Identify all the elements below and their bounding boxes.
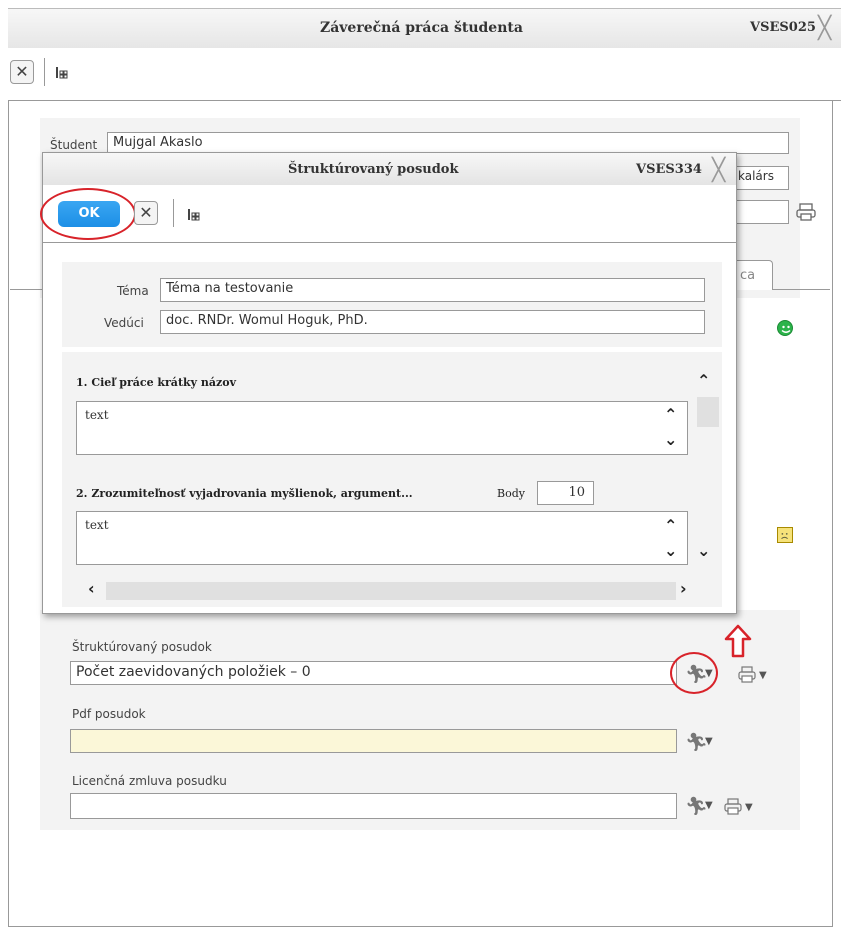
sad-status-icon	[777, 527, 793, 543]
printer-icon[interactable]	[737, 665, 757, 685]
sections-panel	[62, 352, 722, 607]
chevron-up-icon[interactable]: ⌃	[664, 405, 677, 424]
ok-highlight-ellipse	[40, 188, 136, 240]
scroll-up-icon[interactable]: ⌃	[697, 371, 710, 390]
horizontal-scroll-thumb[interactable]	[106, 582, 676, 600]
main-cancel-button[interactable]: ✕	[10, 60, 34, 84]
main-window-title: Záverečná práca študenta	[320, 20, 523, 36]
license-label: Licenčná zmluva posudku	[72, 774, 227, 788]
student-label: Študent	[50, 138, 98, 152]
chevron-down-icon[interactable]: ▼	[759, 670, 767, 681]
grid-icon[interactable]	[54, 64, 70, 80]
section-2-textarea[interactable]: text	[76, 511, 688, 565]
dialog-toolbar-line	[43, 242, 736, 243]
tema-field[interactable]: Téma na testovanie	[160, 278, 705, 302]
dialog-cancel-button[interactable]: ✕	[134, 201, 158, 225]
section-2-heading: 2. Zrozumiteľnosť vyjadrovania myšlienok…	[76, 487, 413, 500]
struct-review-field[interactable]: Počet zaevidovaných položiek – 0	[70, 661, 677, 685]
toolbar-bottom-line	[8, 100, 841, 101]
dialog-close-icon[interactable]: ╳	[712, 160, 725, 182]
pdf-review-field[interactable]	[70, 729, 677, 753]
veduci-field[interactable]: doc. RNDr. Womul Hoguk, PhD.	[160, 310, 705, 334]
struct-review-label: Štruktúrovaný posudok	[72, 640, 212, 654]
pdf-review-label: Pdf posudok	[72, 707, 146, 721]
toolbar-divider	[44, 58, 45, 86]
chevron-down-icon[interactable]: ▼	[745, 802, 753, 813]
vertical-scroll-thumb[interactable]	[697, 397, 719, 427]
chevron-down-icon[interactable]: ⌄	[664, 541, 677, 560]
tema-label: Téma	[117, 284, 149, 298]
dialog-code: VSES334	[636, 162, 702, 177]
type-field-partial[interactable]: kalárs	[733, 166, 789, 190]
tab-partial-label: ca	[740, 268, 756, 283]
main-close-icon[interactable]: ╳	[818, 18, 831, 40]
printer-icon[interactable]	[723, 797, 743, 817]
main-window-code: VSES025	[750, 20, 816, 35]
tab-partial[interactable]: ca	[733, 260, 773, 290]
chevron-down-icon[interactable]: ⌄	[664, 430, 677, 449]
dialog-title: Štruktúrovaný posudok	[288, 162, 459, 177]
main-right-border	[832, 101, 833, 926]
dialog-toolbar-divider	[173, 199, 174, 227]
grid-icon[interactable]	[186, 206, 202, 222]
date-field-partial[interactable]	[733, 200, 789, 224]
section-1-text: text	[85, 408, 109, 422]
section-1-textarea[interactable]: text	[76, 401, 688, 455]
chevron-down-icon[interactable]: ▼	[705, 800, 713, 811]
main-bottom-border	[8, 926, 833, 927]
body-field[interactable]: 10	[537, 481, 594, 505]
highlight-ellipse	[670, 652, 718, 694]
scroll-left-icon[interactable]: ‹	[88, 579, 95, 598]
license-field[interactable]	[70, 793, 677, 819]
chevron-down-icon[interactable]: ▼	[705, 736, 713, 747]
section-1-heading: 1. Cieľ práce krátky názov	[76, 376, 236, 389]
scroll-down-icon[interactable]: ⌄	[697, 541, 710, 560]
student-field[interactable]: Mujgal Akaslo	[107, 132, 789, 154]
smile-status-icon	[777, 320, 793, 336]
up-arrow-icon	[724, 624, 752, 658]
scroll-right-icon[interactable]: ›	[680, 579, 687, 598]
section-2-text: text	[85, 518, 109, 532]
dialog-header-panel	[62, 262, 722, 347]
veduci-label: Vedúci	[104, 316, 144, 330]
printer-icon[interactable]	[795, 202, 817, 222]
body-label: Body	[497, 487, 525, 500]
chevron-up-icon[interactable]: ⌃	[664, 516, 677, 535]
main-left-border	[8, 101, 9, 926]
